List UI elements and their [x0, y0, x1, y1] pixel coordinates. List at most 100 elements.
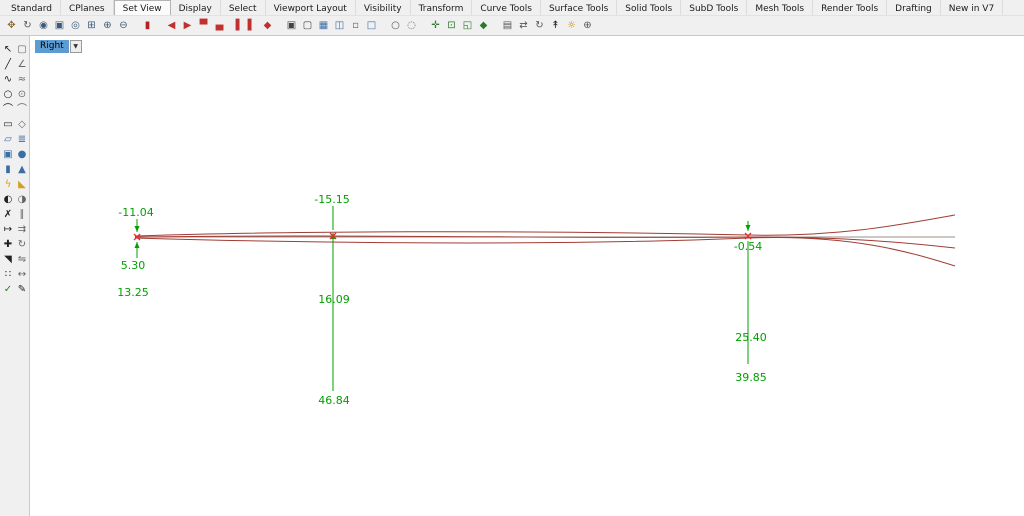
menu-tab-select[interactable]: Select	[221, 0, 266, 15]
check-icon[interactable]: ✓	[1, 283, 15, 296]
menu-tab-cplanes[interactable]: CPlanes	[61, 0, 114, 15]
line-segments-icon[interactable]: ∠	[15, 58, 29, 71]
measurement-label[interactable]: -15.15	[314, 193, 349, 206]
measurement-label[interactable]: 46.84	[318, 394, 350, 407]
measurement-label[interactable]: 39.85	[735, 371, 767, 384]
polyline-icon[interactable]: ╱	[1, 58, 15, 71]
measurement-label[interactable]: 25.40	[735, 331, 767, 344]
new-viewport-icon[interactable]: ▫	[348, 18, 363, 33]
view-perspective-icon[interactable]: ◆	[260, 18, 275, 33]
move-icon[interactable]: ✚	[1, 238, 15, 251]
extend-icon[interactable]: ↦	[1, 223, 15, 236]
menu-tab-new-in-v7[interactable]: New in V7	[941, 0, 1004, 15]
zoom-extents-icon[interactable]: ⊞	[84, 18, 99, 33]
menu-tab-mesh-tools[interactable]: Mesh Tools	[747, 0, 814, 15]
world-axes-icon[interactable]: ✛	[428, 18, 443, 33]
result-curve[interactable]	[134, 236, 956, 267]
menu-tab-viewport-layout[interactable]: Viewport Layout	[266, 0, 356, 15]
view-front-icon[interactable]: ▄	[212, 18, 227, 33]
menu-tab-set-view[interactable]: Set View	[113, 0, 171, 15]
array-icon[interactable]: ∷	[1, 268, 15, 281]
select-brush-icon[interactable]: ▢	[15, 43, 29, 56]
viewport-layout-icon[interactable]: ▦	[316, 18, 331, 33]
rectangle-icon[interactable]: ▭	[1, 118, 15, 131]
pencil-icon[interactable]: ✎	[15, 283, 29, 296]
view-back-icon[interactable]: ▌	[244, 18, 259, 33]
surface-icon[interactable]: ▱	[1, 133, 15, 146]
spotlight-icon[interactable]: ◌	[404, 18, 419, 33]
split-viewport-icon[interactable]: ◫	[332, 18, 347, 33]
curve-icon[interactable]: ∿	[1, 73, 15, 86]
chamfer-icon[interactable]: ◣	[15, 178, 29, 191]
boolean-union-icon[interactable]: ◐	[1, 193, 15, 206]
measurement-label[interactable]: -0.54	[734, 240, 762, 253]
menu-tab-drafting[interactable]: Drafting	[887, 0, 941, 15]
universal-cplane-icon[interactable]: ◆	[476, 18, 491, 33]
measurement-label[interactable]: 5.30	[121, 259, 146, 272]
viewport-dropdown-button[interactable]: ▼	[69, 40, 82, 53]
sphere-icon[interactable]: ●	[15, 148, 29, 161]
pan-view-icon[interactable]: ✥	[4, 18, 19, 33]
zoom-lens-icon[interactable]: ○	[388, 18, 403, 33]
previous-view-icon[interactable]: ◀	[164, 18, 179, 33]
cplane-icon[interactable]: ⊡	[444, 18, 459, 33]
menu-tab-visibility[interactable]: Visibility	[356, 0, 411, 15]
walkabout-icon[interactable]: ↟	[548, 18, 563, 33]
set-cplane-icon[interactable]: ◱	[460, 18, 475, 33]
measurement-label[interactable]: 16.09	[318, 293, 350, 306]
zoom-out-icon[interactable]: ⊖	[116, 18, 131, 33]
menu-tab-curve-tools[interactable]: Curve Tools	[472, 0, 541, 15]
undo-view-icon[interactable]: ▮	[140, 18, 155, 33]
viewport-title[interactable]: Right	[35, 40, 69, 53]
cylinder-icon[interactable]: ▮	[1, 163, 15, 176]
split-icon[interactable]: ∥	[15, 208, 29, 221]
menu-tab-display[interactable]: Display	[171, 0, 221, 15]
boolean-difference-icon[interactable]: ◑	[15, 193, 29, 206]
menu-tab-subd-tools[interactable]: SubD Tools	[681, 0, 748, 15]
trim-icon[interactable]: ✗	[1, 208, 15, 221]
zoom-selected-icon[interactable]: ◎	[68, 18, 83, 33]
circle-icon[interactable]: ○	[1, 88, 15, 101]
measurement-label[interactable]: -11.04	[118, 206, 153, 219]
menu-tab-solid-tools[interactable]: Solid Tools	[617, 0, 682, 15]
offset-icon[interactable]: ⇉	[15, 223, 29, 236]
menu-tab-surface-tools[interactable]: Surface Tools	[541, 0, 618, 15]
measurement-label[interactable]: 13.25	[117, 286, 149, 299]
rotate-view-icon[interactable]: ↻	[20, 18, 35, 33]
compass-icon[interactable]: ⊕	[580, 18, 595, 33]
select-pointer-icon[interactable]: ↖	[1, 43, 15, 56]
arc-3pt-icon[interactable]: ⌒	[15, 103, 29, 116]
scale-icon[interactable]: ◥	[1, 253, 15, 266]
view-top-icon[interactable]: ▀	[196, 18, 211, 33]
rotate-camera-icon[interactable]: ↻	[532, 18, 547, 33]
box-icon[interactable]: ▣	[1, 148, 15, 161]
next-view-icon[interactable]: ▶	[180, 18, 195, 33]
menu-tab-render-tools[interactable]: Render Tools	[813, 0, 888, 15]
mirror-icon[interactable]: ⇋	[15, 253, 29, 266]
result-curve[interactable]	[134, 235, 956, 249]
handle-curve-icon[interactable]: ≈	[15, 73, 29, 86]
result-curve[interactable]	[134, 214, 956, 237]
sun-icon[interactable]: ☼	[564, 18, 579, 33]
menu-tab-transform[interactable]: Transform	[411, 0, 473, 15]
arc-icon[interactable]: ⌒	[1, 103, 15, 116]
rotate-icon[interactable]: ↻	[15, 238, 29, 251]
zoom-in-icon[interactable]: ⊕	[100, 18, 115, 33]
zoom-window-icon[interactable]: ▣	[52, 18, 67, 33]
ellipse-icon[interactable]: ⊙	[15, 88, 29, 101]
show-camera-icon[interactable]: ▢	[300, 18, 315, 33]
fillet-icon[interactable]: ϟ	[1, 178, 15, 191]
chevron-down-icon: ▼	[73, 43, 79, 50]
cone-icon[interactable]: ▲	[15, 163, 29, 176]
loft-icon[interactable]: ≣	[15, 133, 29, 146]
polygon-icon[interactable]: ◇	[15, 118, 29, 131]
camera-icon[interactable]: ▣	[284, 18, 299, 33]
view-right-icon[interactable]: ▐	[228, 18, 243, 33]
menu-tab-standard[interactable]: Standard	[3, 0, 61, 15]
synchronize-views-icon[interactable]: ⇄	[516, 18, 531, 33]
viewport-canvas[interactable]: Right ▼ -11.04 5.30 13.25 -15.15 16.09 46.84 -…	[30, 36, 1024, 516]
named-views-icon[interactable]: ▤	[500, 18, 515, 33]
maximize-viewport-icon[interactable]: □	[364, 18, 379, 33]
dimension-icon[interactable]: ↔	[15, 268, 29, 281]
zoom-dynamic-icon[interactable]: ◉	[36, 18, 51, 33]
